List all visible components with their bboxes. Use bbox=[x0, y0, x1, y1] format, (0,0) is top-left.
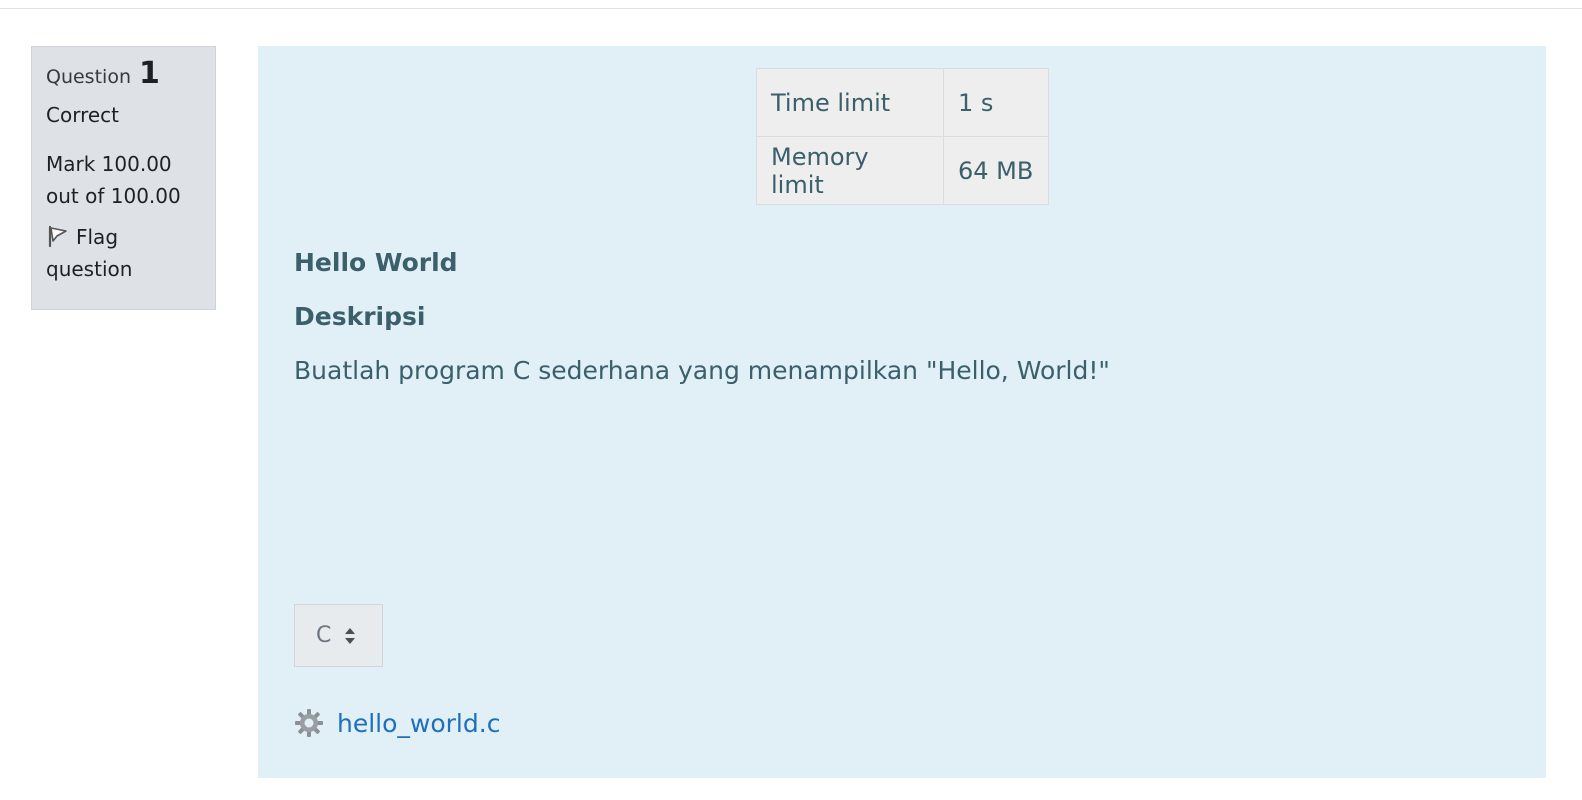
limits-table: Time limit 1 s Memory limit 64 MB bbox=[756, 68, 1049, 205]
question-label: Question bbox=[46, 66, 131, 88]
question-state: Correct bbox=[46, 103, 119, 127]
sort-arrows-icon bbox=[345, 627, 356, 644]
top-divider bbox=[0, 8, 1582, 9]
memory-limit-label: Memory limit bbox=[756, 136, 944, 205]
question-number: Question 1 bbox=[46, 59, 201, 93]
language-select-value: C bbox=[316, 623, 332, 648]
question-number-value: 1 bbox=[138, 56, 160, 91]
flag-question-button[interactable]: Flag question bbox=[46, 221, 201, 285]
time-limit-label: Time limit bbox=[756, 68, 944, 137]
question-title: Hello World bbox=[294, 248, 458, 277]
description-heading: Deskripsi bbox=[294, 302, 426, 331]
time-limit-value: 1 s bbox=[943, 68, 1049, 137]
language-select[interactable]: C bbox=[294, 604, 383, 667]
question-content-panel: Time limit 1 s Memory limit 64 MB Hello … bbox=[258, 46, 1546, 778]
memory-limit-value: 64 MB bbox=[943, 136, 1049, 205]
question-grade: Mark 100.00 out of 100.00 bbox=[46, 152, 181, 208]
gear-icon bbox=[295, 709, 323, 737]
description-text: Buatlah program C sederhana yang menampi… bbox=[294, 356, 1110, 385]
flag-icon bbox=[48, 225, 67, 248]
table-row: Memory limit 64 MB bbox=[756, 136, 1049, 205]
attachment-row: hello_world.c bbox=[294, 708, 500, 738]
table-row: Time limit 1 s bbox=[756, 68, 1049, 137]
question-info-panel: Question 1 Correct Mark 100.00 out of 10… bbox=[31, 46, 216, 310]
attachment-link[interactable]: hello_world.c bbox=[337, 709, 500, 738]
